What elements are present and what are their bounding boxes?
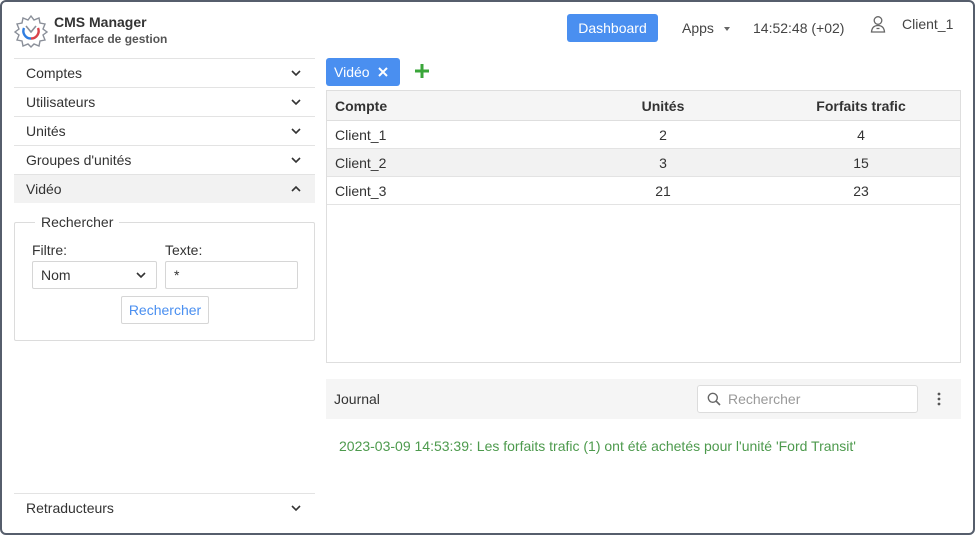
chevron-down-icon bbox=[291, 157, 301, 164]
tab-label: Vidéo bbox=[334, 64, 370, 80]
cell-compte: Client_3 bbox=[335, 182, 387, 199]
brand-title: CMS Manager bbox=[54, 14, 147, 30]
search-icon bbox=[707, 392, 721, 406]
cell-compte: Client_1 bbox=[335, 126, 387, 143]
brand-subtitle: Interface de gestion bbox=[54, 32, 168, 46]
chevron-down-icon bbox=[291, 99, 301, 106]
sidebar-item-unites[interactable]: Unités bbox=[14, 116, 315, 145]
text-label: Texte: bbox=[165, 242, 203, 258]
cell-unites: 3 bbox=[659, 154, 667, 171]
accounts-table: Compte Unités Forfaits trafic Client_1 2… bbox=[326, 90, 961, 363]
column-header-compte[interactable]: Compte bbox=[335, 91, 387, 120]
sidebar-item-comptes[interactable]: Comptes bbox=[14, 58, 315, 87]
chevron-up-icon bbox=[291, 185, 301, 192]
cell-forfaits: 23 bbox=[853, 182, 869, 199]
sidebar-item-utilisateurs[interactable]: Utilisateurs bbox=[14, 87, 315, 116]
chevron-down-icon bbox=[291, 128, 301, 135]
search-panel-legend: Rechercher bbox=[35, 214, 120, 230]
sidebar-item-label: Retraducteurs bbox=[26, 500, 114, 516]
cell-unites: 2 bbox=[659, 126, 667, 143]
table-row[interactable]: Client_3 21 23 bbox=[327, 177, 960, 205]
journal-search-input[interactable] bbox=[728, 388, 913, 410]
filter-select[interactable]: Nom bbox=[32, 261, 157, 289]
table-header: Compte Unités Forfaits trafic bbox=[327, 91, 960, 121]
cell-compte: Client_2 bbox=[335, 154, 387, 171]
filter-label: Filtre: bbox=[32, 242, 67, 258]
caret-down-icon[interactable] bbox=[724, 27, 730, 31]
clock: 14:52:48 (+02) bbox=[753, 20, 845, 36]
cell-unites: 21 bbox=[655, 182, 671, 199]
journal-bar: Journal bbox=[326, 379, 961, 419]
journal-entry: 2023-03-09 14:53:39: Les forfaits trafic… bbox=[339, 438, 856, 454]
app-window: CMS Manager Interface de gestion Dashboa… bbox=[0, 0, 975, 535]
sidebar-item-label: Groupes d'unités bbox=[26, 152, 132, 168]
chevron-down-icon bbox=[291, 505, 301, 512]
sidebar-item-video[interactable]: Vidéo bbox=[14, 174, 315, 203]
dashboard-button[interactable]: Dashboard bbox=[567, 14, 658, 42]
user-name[interactable]: Client_1 bbox=[902, 16, 953, 32]
close-icon[interactable] bbox=[378, 67, 388, 77]
sidebar-item-label: Unités bbox=[26, 123, 66, 139]
journal-search[interactable] bbox=[697, 385, 918, 413]
text-input[interactable]: * bbox=[165, 261, 298, 289]
sidebar-item-label: Comptes bbox=[26, 65, 83, 81]
sidebar-item-label: Vidéo bbox=[26, 181, 62, 197]
gear-logo-icon bbox=[14, 14, 48, 48]
chevron-down-icon bbox=[291, 70, 301, 77]
search-panel: Rechercher Filtre: Texte: Nom * Recherch… bbox=[14, 214, 315, 341]
cell-forfaits: 4 bbox=[857, 126, 865, 143]
table-row[interactable]: Client_1 2 4 bbox=[327, 121, 960, 149]
column-header-forfaits[interactable]: Forfaits trafic bbox=[763, 91, 959, 120]
sidebar-item-groupes[interactable]: Groupes d'unités bbox=[14, 145, 315, 174]
plus-icon[interactable] bbox=[414, 63, 430, 79]
cell-forfaits: 15 bbox=[853, 154, 869, 171]
header: CMS Manager Interface de gestion Dashboa… bbox=[2, 2, 973, 58]
user-icon[interactable] bbox=[870, 15, 886, 33]
table-row[interactable]: Client_2 3 15 bbox=[327, 149, 960, 177]
chevron-down-icon bbox=[136, 272, 146, 279]
tab-video[interactable]: Vidéo bbox=[326, 58, 400, 86]
column-header-unites[interactable]: Unités bbox=[563, 91, 763, 120]
sidebar-item-label: Utilisateurs bbox=[26, 94, 96, 110]
kebab-menu-icon[interactable] bbox=[932, 391, 946, 407]
search-button[interactable]: Rechercher bbox=[121, 296, 209, 324]
journal-title: Journal bbox=[334, 391, 380, 407]
filter-select-value: Nom bbox=[41, 267, 71, 283]
sidebar-item-retraducteurs[interactable]: Retraducteurs bbox=[14, 493, 315, 522]
apps-menu[interactable]: Apps bbox=[682, 20, 714, 36]
